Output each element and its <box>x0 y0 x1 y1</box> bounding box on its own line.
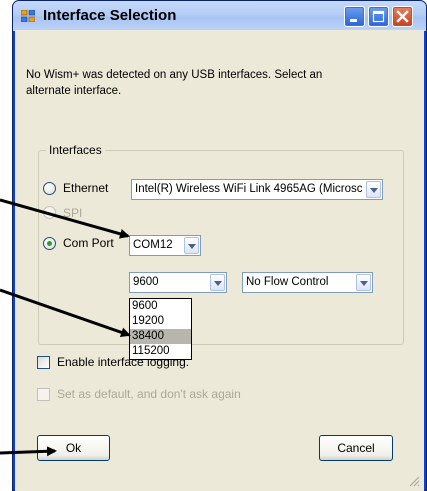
flow-control-select[interactable]: No Flow Control <box>242 272 373 293</box>
radio-selected-dot <box>47 241 52 246</box>
ethernet-adapter-value: Intel(R) Wireless WiFi Link 4965AG (Micr… <box>135 183 363 195</box>
baud-option-38400[interactable]: 38400 <box>130 329 191 344</box>
window-app-icon <box>21 10 35 22</box>
close-button[interactable] <box>392 6 413 27</box>
maximize-icon <box>372 10 385 23</box>
baud-option-9600[interactable]: 9600 <box>130 299 191 314</box>
flow-control-value: No Flow Control <box>246 276 329 288</box>
com-port-select[interactable]: COM12 <box>129 235 201 256</box>
baud-option-115200[interactable]: 115200 <box>130 344 191 359</box>
baud-rate-select[interactable]: 9600 <box>129 272 227 293</box>
detection-message: No Wism+ was detected on any USB interfa… <box>26 69 323 97</box>
baud-rate-dropdown-list: 9600 19200 38400 115200 <box>129 298 192 360</box>
close-icon <box>396 10 409 23</box>
chevron-down-icon[interactable] <box>210 274 225 291</box>
minimize-button[interactable] <box>344 6 365 27</box>
chevron-down-icon[interactable] <box>366 181 381 198</box>
maximize-button[interactable] <box>368 6 389 27</box>
enable-logging-checkbox[interactable] <box>37 356 50 369</box>
ethernet-radio[interactable] <box>43 182 56 195</box>
spi-label: SPI <box>63 206 83 220</box>
window-client-area: No Wism+ was detected on any USB interfa… <box>15 30 424 491</box>
ethernet-adapter-select[interactable]: Intel(R) Wireless WiFi Link 4965AG (Micr… <box>131 179 383 200</box>
com-port-label: Com Port <box>63 236 114 250</box>
title-bar[interactable]: Interface Selection <box>13 1 426 31</box>
window-title: Interface Selection <box>43 7 177 24</box>
ok-button[interactable]: Ok <box>37 435 110 461</box>
chevron-down-icon[interactable] <box>356 274 371 291</box>
chevron-down-icon[interactable] <box>184 237 199 254</box>
set-default-label: Set as default, and don't ask again <box>57 387 241 401</box>
com-port-radio[interactable] <box>43 237 56 250</box>
minimize-icon <box>350 19 357 22</box>
ethernet-label: Ethernet <box>63 181 109 195</box>
baud-option-19200[interactable]: 19200 <box>130 314 191 329</box>
interfaces-group-label: Interfaces <box>46 143 105 157</box>
baud-rate-value: 9600 <box>133 276 159 288</box>
com-port-value: COM12 <box>133 239 173 251</box>
spi-radio <box>43 206 56 219</box>
set-default-checkbox <box>37 388 50 401</box>
cancel-button[interactable]: Cancel <box>319 435 393 461</box>
resize-grip-icon[interactable] <box>408 475 420 487</box>
